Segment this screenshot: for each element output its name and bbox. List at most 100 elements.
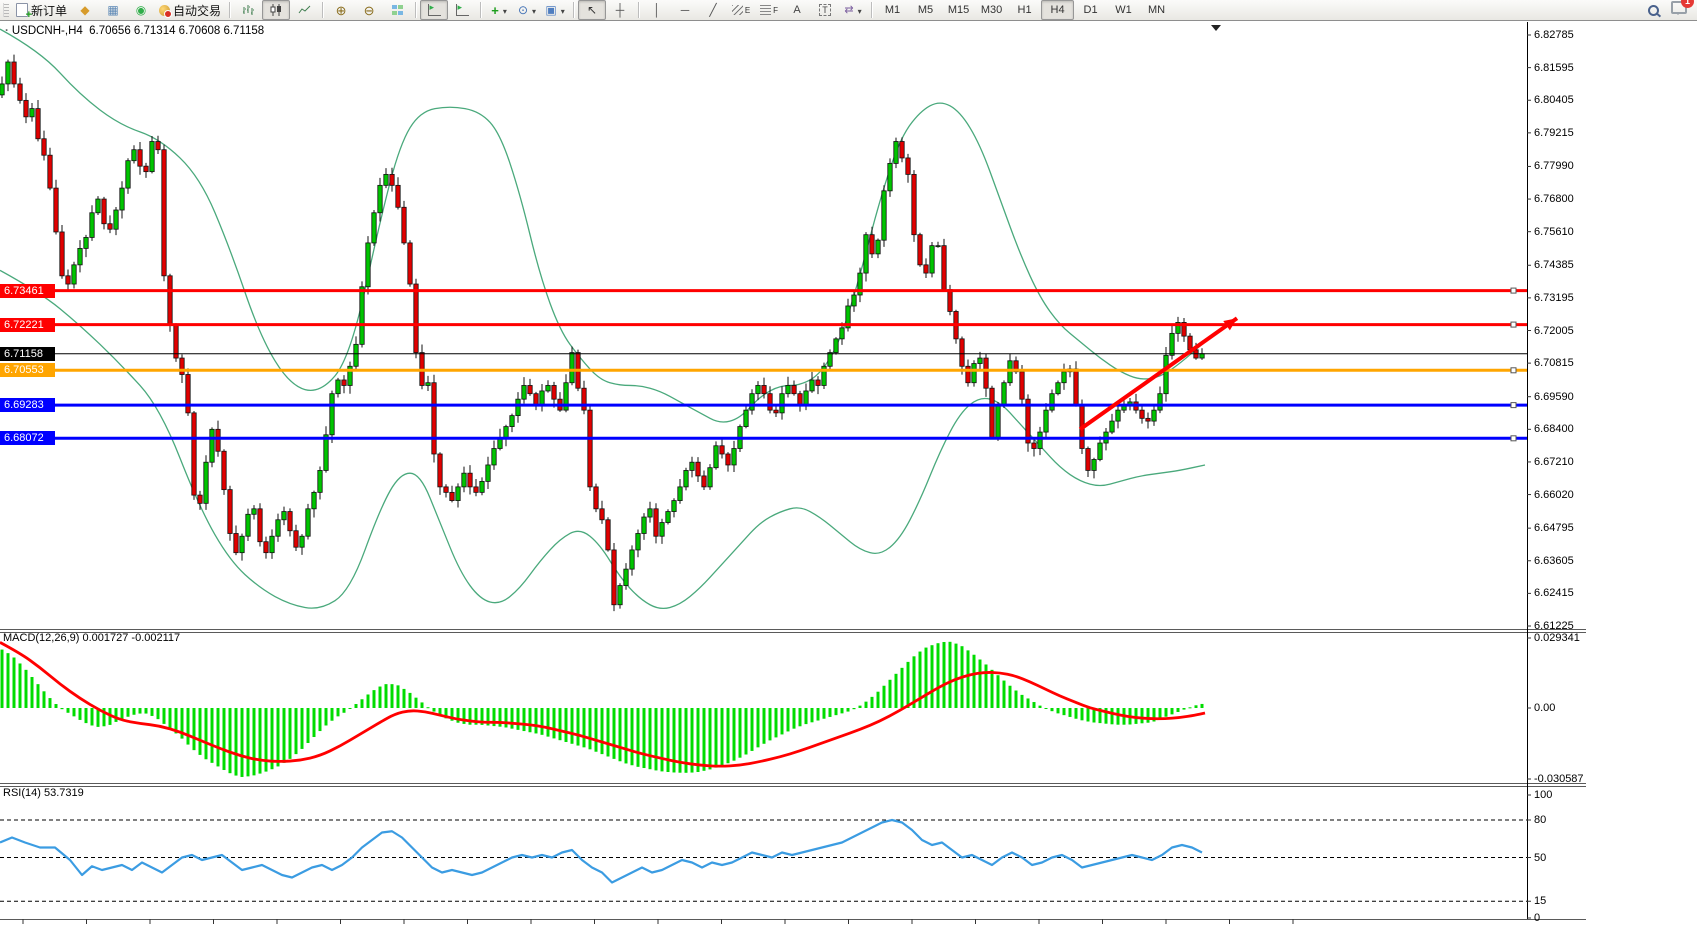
auto-scroll-button[interactable] bbox=[420, 0, 448, 20]
macd-axis-label: 0.029341 bbox=[1534, 632, 1580, 644]
market-watch-button[interactable]: ◆ bbox=[71, 0, 99, 20]
price-axis-label: 6.63605 bbox=[1534, 555, 1574, 567]
template-icon: ▣ bbox=[545, 4, 556, 16]
timeframe-h4-button[interactable]: H4 bbox=[1041, 0, 1074, 20]
fibonacci-button[interactable]: F bbox=[755, 0, 783, 20]
horizontal-line-button[interactable]: ─ bbox=[671, 0, 699, 20]
chart-shift-icon bbox=[456, 4, 469, 16]
data-window-button[interactable]: ▦ bbox=[99, 0, 127, 20]
toolbar-separator bbox=[638, 2, 639, 18]
zoom-in-icon: ⊕ bbox=[336, 4, 347, 17]
bar-chart-button[interactable] bbox=[234, 0, 262, 20]
chevron-down-icon bbox=[531, 3, 536, 17]
candles-layer bbox=[0, 55, 1204, 611]
price-axis-label: 6.77990 bbox=[1534, 160, 1574, 172]
price-line-badge: 6.69283 bbox=[0, 398, 55, 412]
fibonacci-icon bbox=[760, 5, 771, 15]
search-button[interactable] bbox=[1641, 0, 1669, 20]
rsi-indicator-label: RSI(14) 53.7319 bbox=[3, 787, 84, 799]
search-icon bbox=[1648, 5, 1659, 16]
toolbar-separator bbox=[871, 2, 872, 18]
crosshair-icon: ┼ bbox=[616, 4, 625, 16]
price-line-badge: 6.73461 bbox=[0, 284, 55, 298]
auto-trading-button[interactable]: 自动交易 bbox=[155, 0, 225, 20]
rsi-axis-label: 80 bbox=[1534, 814, 1546, 826]
line-chart-button[interactable] bbox=[290, 0, 318, 20]
chevron-down-icon bbox=[857, 3, 862, 17]
trend-arrow bbox=[1080, 318, 1237, 429]
price-axis-label: 6.61225 bbox=[1534, 620, 1574, 632]
timeframe-d1-button[interactable]: D1 bbox=[1074, 0, 1107, 20]
price-axis-label: 6.70815 bbox=[1534, 357, 1574, 369]
cursor-button[interactable]: ↖ bbox=[578, 0, 606, 20]
toolbar-separator bbox=[322, 2, 323, 18]
notifications-button[interactable]: 1 bbox=[1671, 1, 1687, 19]
chart-symbol-label: USDCNH-,H4 bbox=[12, 25, 83, 37]
price-axis-label: 6.66020 bbox=[1534, 489, 1574, 501]
text-button[interactable]: A bbox=[783, 0, 811, 20]
signals-button[interactable]: ◉ bbox=[127, 0, 155, 20]
price-axis-label: 6.79215 bbox=[1534, 127, 1574, 139]
periods-button[interactable]: ⊙ bbox=[513, 0, 541, 20]
zoom-out-button[interactable]: ⊖ bbox=[355, 0, 383, 20]
indicators-button[interactable]: + bbox=[485, 0, 513, 20]
new-order-icon bbox=[16, 3, 28, 17]
price-axis-label: 6.67210 bbox=[1534, 456, 1574, 468]
candlestick-chart-button[interactable] bbox=[262, 0, 290, 20]
text-label-button[interactable]: T bbox=[811, 0, 839, 20]
chevron-down-icon bbox=[560, 3, 565, 17]
price-axis-label: 6.68400 bbox=[1534, 423, 1574, 435]
clock-icon: ⊙ bbox=[518, 4, 528, 16]
vertical-line-button[interactable]: │ bbox=[643, 0, 671, 20]
price-axis-label: 6.72005 bbox=[1534, 325, 1574, 337]
horizontal-line-icon: ─ bbox=[681, 4, 690, 16]
cursor-icon: ↖ bbox=[587, 4, 597, 16]
timeframe-m30-button[interactable]: M30 bbox=[975, 0, 1008, 20]
line-chart-icon bbox=[298, 4, 311, 16]
chart-shift-button[interactable] bbox=[448, 0, 476, 20]
timeframe-m5-button[interactable]: M5 bbox=[909, 0, 942, 20]
market-watch-icon: ◆ bbox=[80, 4, 89, 16]
chart-symbol-icon bbox=[5, 25, 12, 37]
price-axis-label: 6.74385 bbox=[1534, 259, 1574, 271]
crosshair-button[interactable]: ┼ bbox=[606, 0, 634, 20]
chart-shift-marker bbox=[1211, 25, 1221, 31]
macd-pane bbox=[0, 642, 1205, 777]
data-window-icon: ▦ bbox=[107, 4, 118, 16]
pane-frames bbox=[0, 22, 1586, 920]
chart-canvas[interactable] bbox=[0, 0, 1697, 942]
toolbar-separator bbox=[480, 2, 481, 18]
templates-button[interactable]: ▣ bbox=[541, 0, 569, 20]
vertical-line-icon: │ bbox=[653, 4, 661, 16]
zoom-out-icon: ⊖ bbox=[364, 4, 375, 17]
macd-axis-label: 0.00 bbox=[1534, 702, 1555, 714]
toolbar-separator bbox=[229, 2, 230, 18]
trendline-button[interactable]: ╱ bbox=[699, 0, 727, 20]
new-order-button[interactable]: 新订单 bbox=[12, 0, 71, 20]
auto-trading-icon bbox=[159, 5, 170, 16]
rsi-axis-label: 0 bbox=[1534, 912, 1540, 924]
signals-icon: ◉ bbox=[136, 4, 146, 16]
price-line-badge: 6.70553 bbox=[0, 363, 55, 377]
timeframe-h1-button[interactable]: H1 bbox=[1008, 0, 1041, 20]
price-axis-label: 6.76800 bbox=[1534, 193, 1574, 205]
chart-ohlc-values: 6.70656 6.71314 6.70608 6.71158 bbox=[89, 25, 264, 37]
toolbar-separator bbox=[415, 2, 416, 18]
tile-windows-button[interactable] bbox=[383, 0, 411, 20]
equidistant-channel-button[interactable]: E bbox=[727, 0, 755, 20]
timeframe-w1-button[interactable]: W1 bbox=[1107, 0, 1140, 20]
rsi-axis-label: 15 bbox=[1534, 895, 1546, 907]
timeframe-group: M1M5M15M30H1H4D1W1MN bbox=[876, 0, 1173, 20]
channel-sub-label: E bbox=[745, 6, 750, 15]
text-label-icon: T bbox=[819, 4, 831, 16]
auto-trading-label: 自动交易 bbox=[173, 2, 221, 19]
timeframe-m1-button[interactable]: M1 bbox=[876, 0, 909, 20]
price-axis-label: 6.73195 bbox=[1534, 292, 1574, 304]
toolbar-grip[interactable] bbox=[3, 3, 9, 17]
timeframe-m15-button[interactable]: M15 bbox=[942, 0, 975, 20]
arrows-button[interactable]: ⇄ bbox=[839, 0, 867, 20]
price-line-badge: 6.68072 bbox=[0, 431, 55, 445]
price-axis-label: 6.69590 bbox=[1534, 391, 1574, 403]
zoom-in-button[interactable]: ⊕ bbox=[327, 0, 355, 20]
timeframe-mn-button[interactable]: MN bbox=[1140, 0, 1173, 20]
